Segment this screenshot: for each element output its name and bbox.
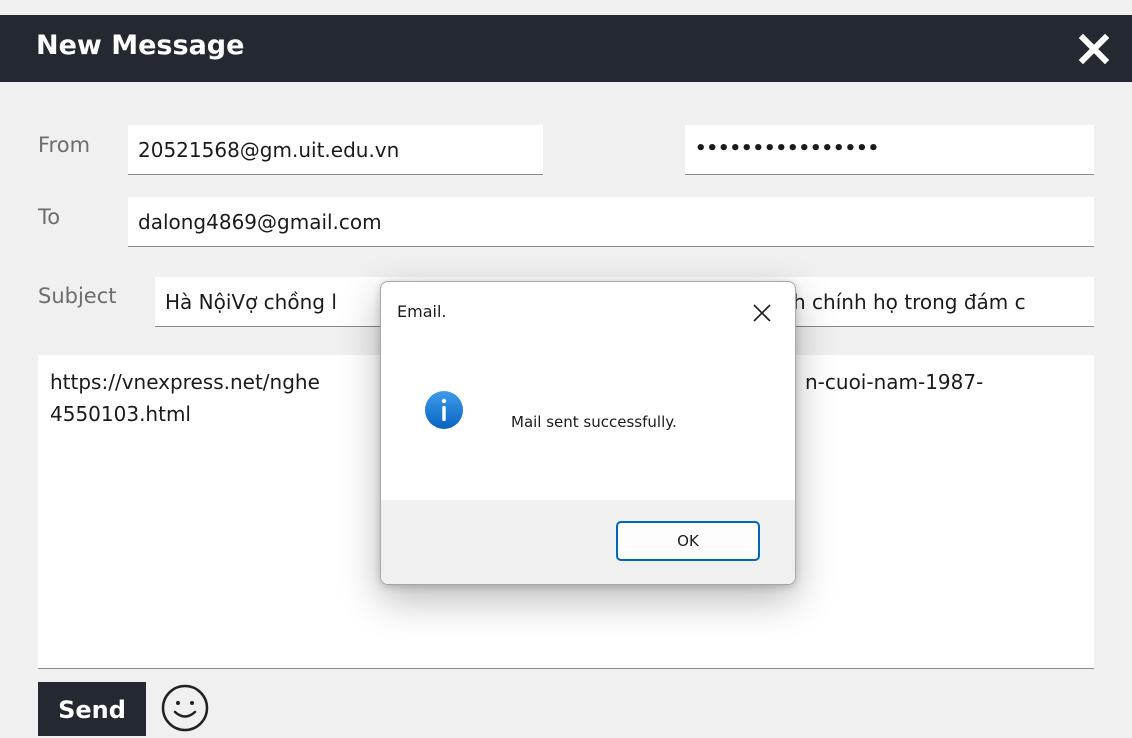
subject-label: Subject [38,284,117,308]
dialog-close-icon[interactable] [751,302,773,324]
dialog-message: Mail sent successfully. [511,413,677,431]
send-button[interactable]: Send [38,682,146,736]
ok-button[interactable]: OK [616,521,760,561]
window-title: New Message [36,30,245,61]
smiley-icon[interactable] [160,683,210,733]
info-icon [425,391,463,429]
to-label: To [38,205,61,229]
body-line-1-left: https://vnexpress.net/nghe [50,370,320,394]
to-field[interactable]: dalong4869@gmail.com [128,197,1094,247]
close-icon[interactable] [1076,31,1112,67]
subject-text-right: h chính họ trong đám c [793,290,1026,314]
from-field[interactable]: 20521568@gm.uit.edu.vn [128,125,543,175]
from-label: From [38,133,91,157]
compose-titlebar: New Message [0,15,1132,82]
password-field[interactable]: •••••••••••••••• [685,125,1094,175]
subject-text-left: Hà NộiVợ chồng l [165,290,337,314]
dialog-title: Email. [397,302,447,321]
body-line-1-right: n-cuoi-nam-1987- [805,370,984,394]
message-dialog: Email. Mail sent successfully. OK [380,281,796,585]
